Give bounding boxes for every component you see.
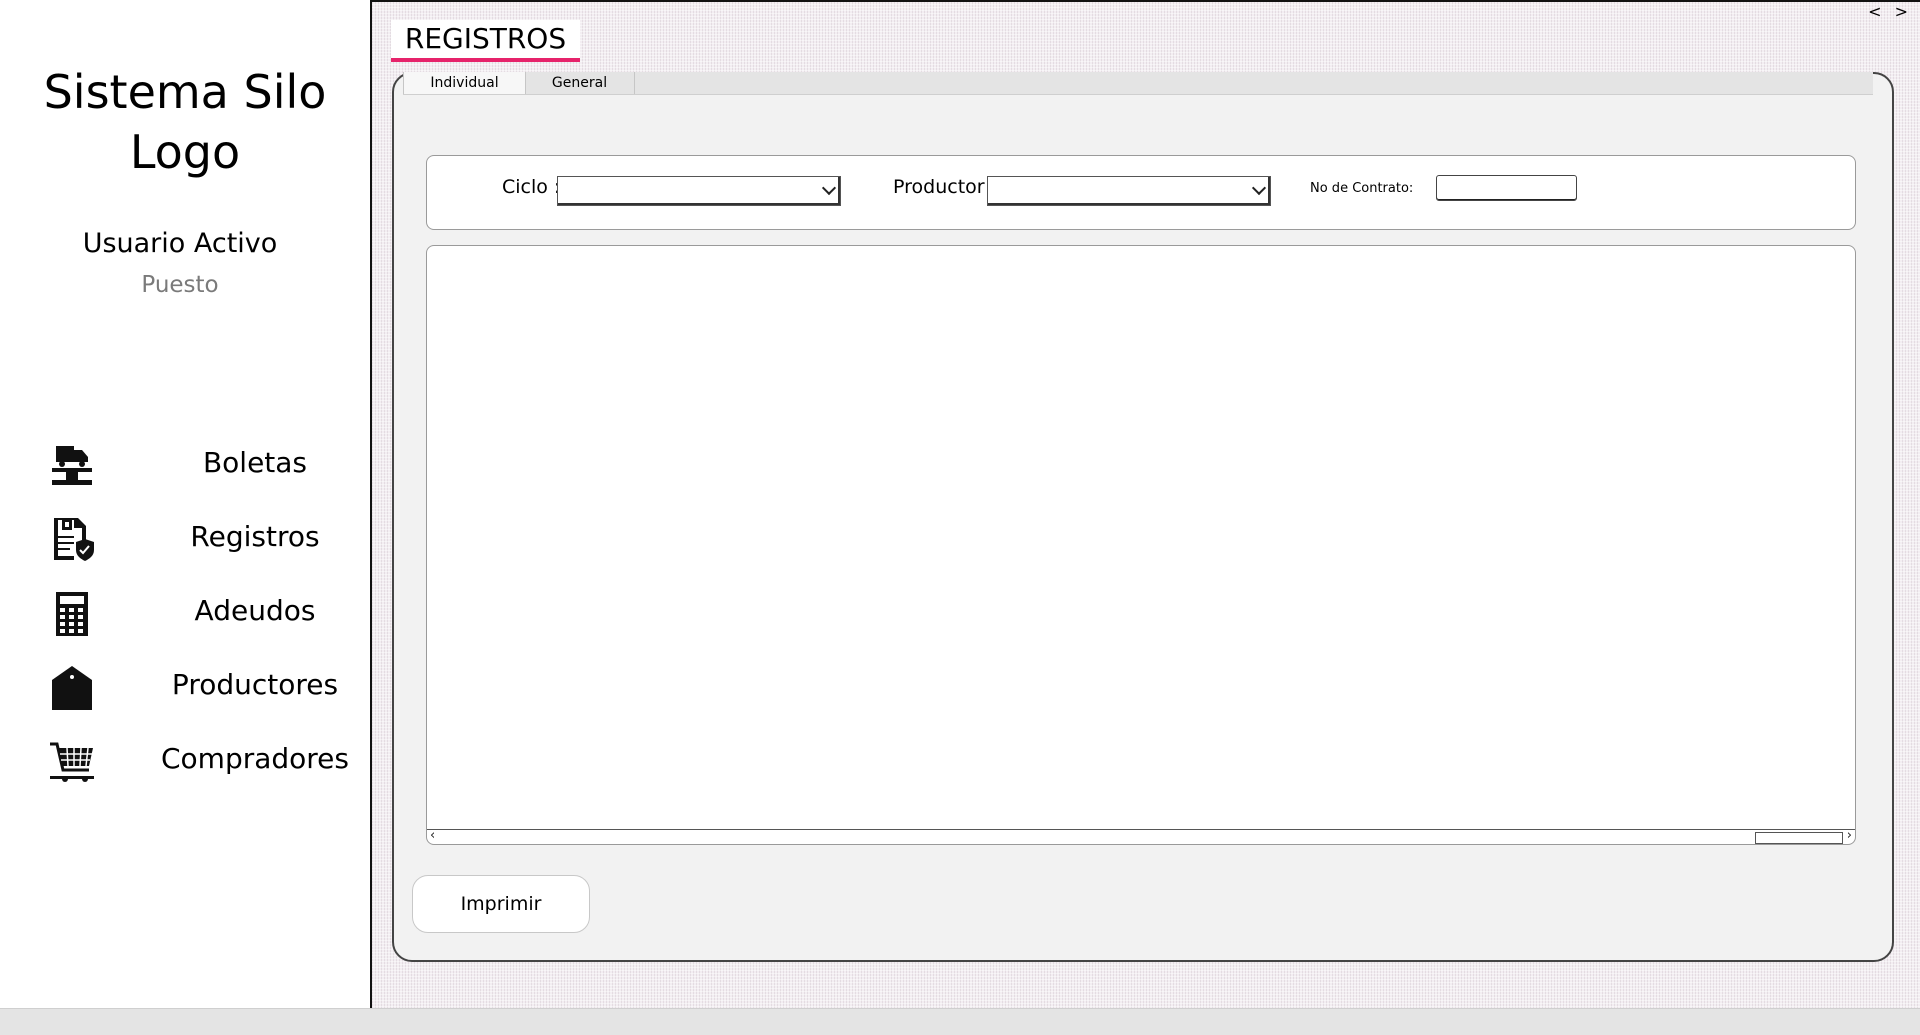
chevron-down-icon (821, 180, 837, 196)
user-name: Usuario Activo (82, 228, 278, 259)
filter-box: Ciclo : Productor No de Contrato: (426, 155, 1856, 230)
page-title: REGISTROS (391, 20, 580, 62)
contrato-label: No de Contrato: (1310, 181, 1414, 196)
sidebar-item-label: Registros (190, 520, 320, 553)
user-role: Puesto (141, 272, 219, 298)
horizontal-scrollbar[interactable]: ‹ › (427, 828, 1855, 844)
scrollbar-thumb[interactable] (1755, 832, 1843, 844)
scroll-right-icon[interactable]: › (1847, 828, 1852, 843)
app-window: Sistema Silo Logo Usuario Activo Puesto … (0, 0, 1920, 1035)
records-grid[interactable]: ‹ › (426, 245, 1856, 845)
house-icon (52, 666, 92, 710)
calculator-icon (56, 592, 88, 636)
app-title: Sistema Silo Logo (0, 62, 370, 182)
shopping-cart-icon (50, 742, 94, 782)
app-title-line2: Logo (129, 125, 241, 179)
contrato-input[interactable] (1436, 175, 1577, 201)
sidebar-item-registros[interactable]: Registros (40, 508, 340, 570)
window-nav-arrows[interactable]: < > (1868, 2, 1912, 21)
sidebar-item-label: Adeudos (194, 594, 316, 627)
ciclo-select[interactable] (557, 176, 841, 206)
bottom-bar (0, 1008, 1920, 1035)
truck-scale-icon (52, 446, 92, 485)
productor-select[interactable] (987, 176, 1271, 206)
print-button[interactable]: Imprimir (412, 875, 590, 933)
scroll-left-icon[interactable]: ‹ (430, 828, 435, 843)
ciclo-label: Ciclo : (502, 176, 561, 198)
sidebar-item-productores[interactable]: Productores (40, 656, 340, 718)
sidebar: Sistema Silo Logo Usuario Activo Puesto … (0, 0, 372, 1008)
document-shield-icon (54, 518, 94, 561)
sidebar-item-adeudos[interactable]: Adeudos (40, 582, 340, 644)
tab-bar: Individual General (403, 72, 1873, 95)
tab-general[interactable]: General (525, 72, 635, 94)
productor-label: Productor (893, 176, 985, 198)
sidebar-item-label: Productores (171, 668, 339, 701)
sidebar-item-boletas[interactable]: Boletas (40, 434, 340, 496)
tab-individual[interactable]: Individual (403, 72, 526, 94)
app-title-line1: Sistema Silo (43, 65, 327, 119)
chevron-down-icon (1251, 180, 1267, 196)
sidebar-item-compradores[interactable]: Compradores (40, 730, 349, 792)
sidebar-item-label: Compradores (160, 742, 349, 775)
sidebar-item-label: Boletas (202, 446, 308, 479)
